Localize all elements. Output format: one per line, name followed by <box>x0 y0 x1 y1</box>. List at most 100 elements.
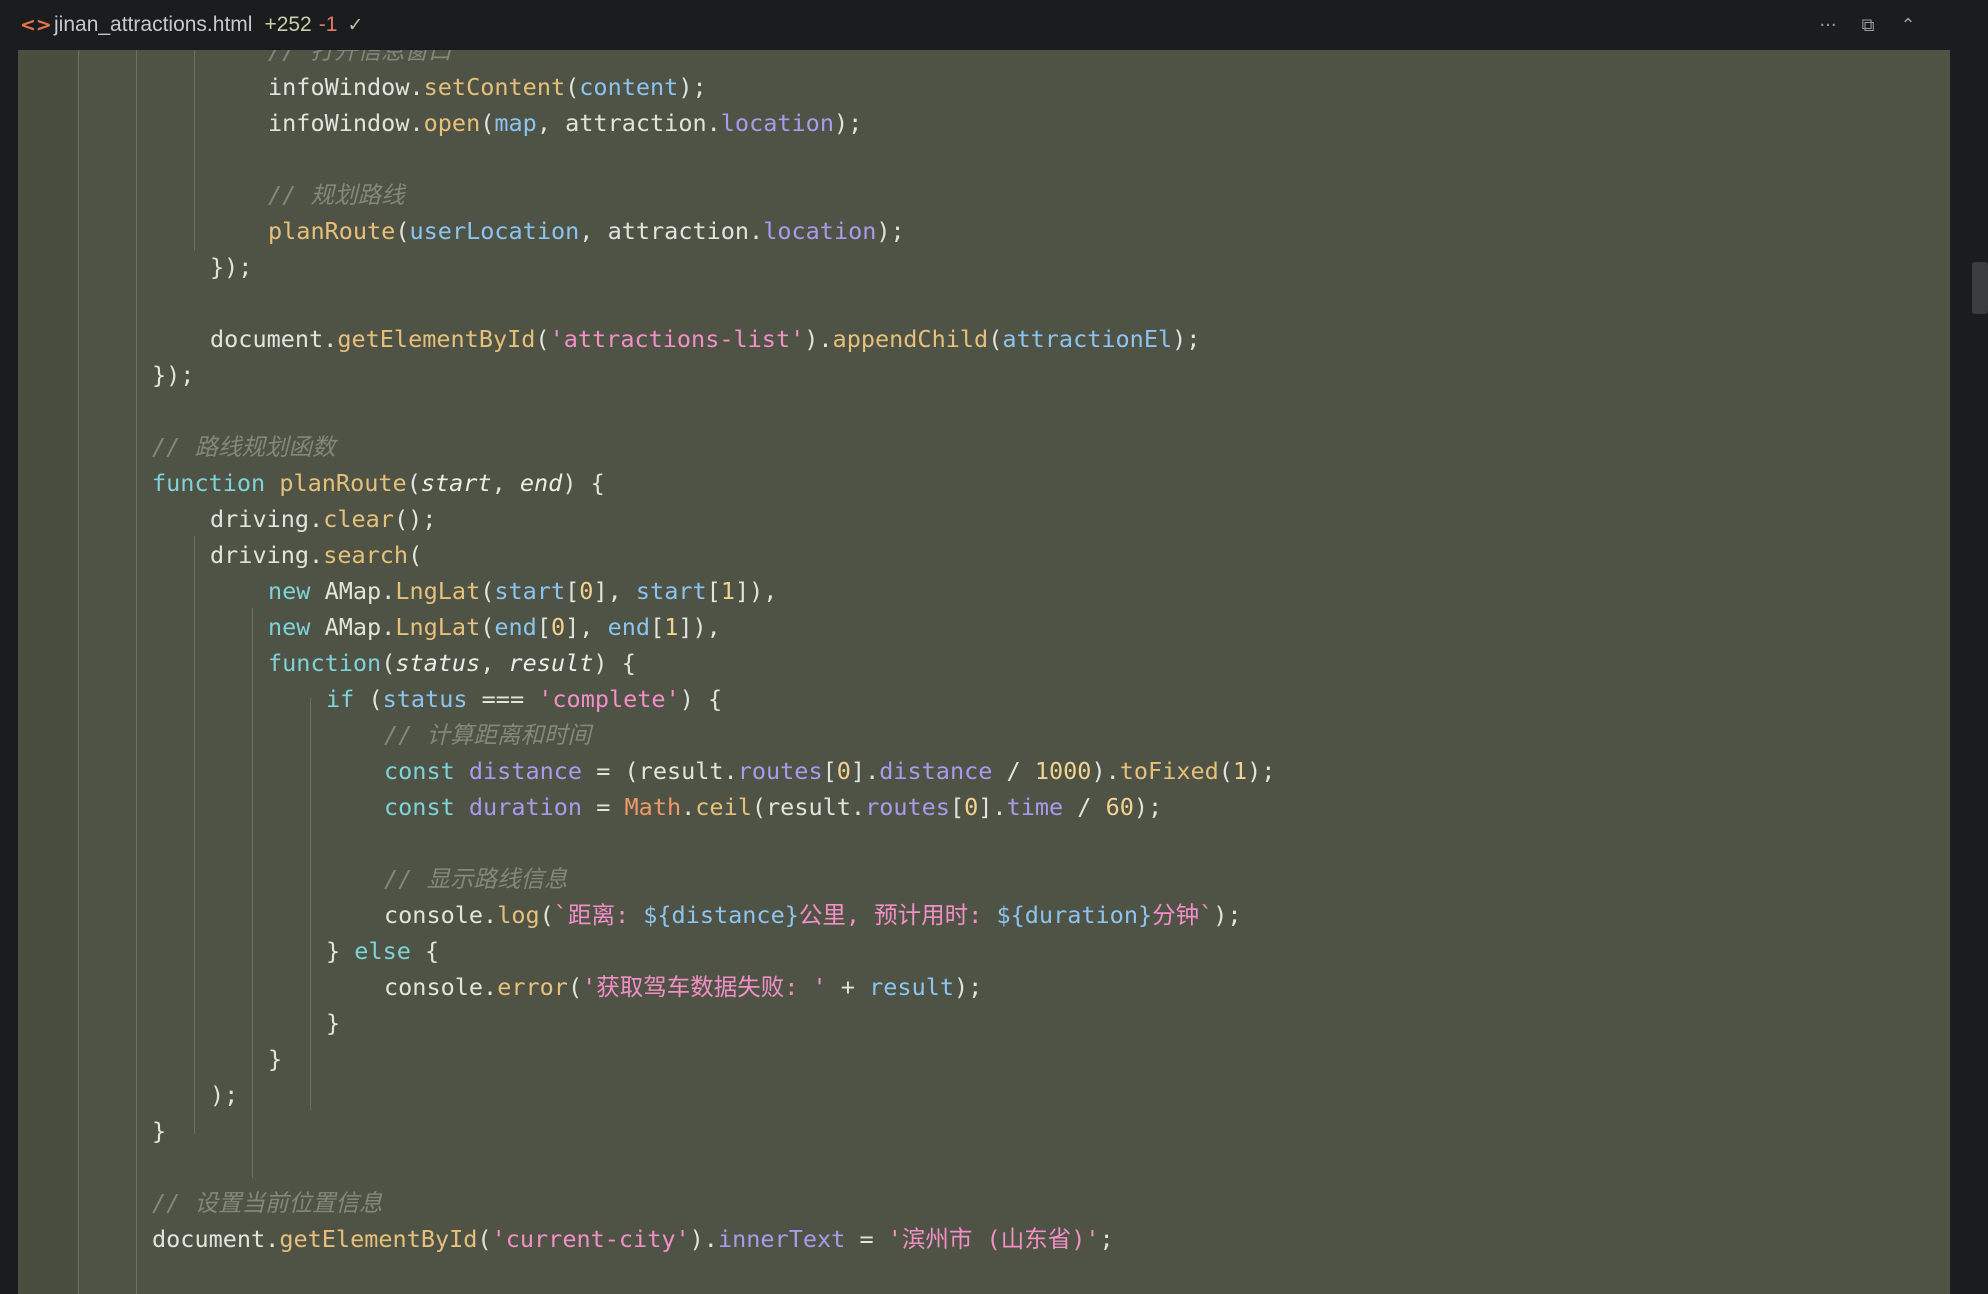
code-token: 'current-city' <box>491 1225 690 1253</box>
file-tab-header: <> jinan_attractions.html +252 -1 ✓ ··· … <box>0 0 1988 50</box>
code-token: ( <box>395 217 410 245</box>
code-token: function <box>268 649 382 677</box>
code-token: appendChild <box>832 325 989 353</box>
code-line[interactable]: function(status, result) { <box>268 645 636 681</box>
code-token: ); <box>876 217 905 245</box>
code-line[interactable]: } <box>268 1041 282 1077</box>
code-token: ( <box>368 685 383 713</box>
code-token: getElementById <box>337 325 536 353</box>
code-token: console. <box>384 901 498 929</box>
code-line[interactable]: document.getElementById('current-city').… <box>152 1221 1114 1257</box>
code-line[interactable]: ); <box>210 1077 238 1113</box>
code-token: ( <box>565 73 580 101</box>
code-editor[interactable]: // 打开信息窗口 infoWindow.setContent(content);… <box>18 50 1950 1294</box>
code-token: ceil <box>695 793 752 821</box>
code-token: (result. <box>751 793 866 821</box>
code-token: 公里, 预计用时: <box>798 901 997 929</box>
code-token: ( <box>539 901 554 929</box>
code-token: search <box>323 541 409 569</box>
code-token: document. <box>210 325 338 353</box>
code-line[interactable]: } <box>326 1005 340 1041</box>
code-token: new <box>268 577 325 605</box>
code-line[interactable]: driving.clear(); <box>210 501 436 537</box>
code-token: planRoute <box>268 217 396 245</box>
code-token: + <box>826 973 870 1001</box>
code-token: ( <box>480 577 495 605</box>
code-line[interactable]: new AMap.LngLat(end[0], end[1]), <box>268 609 721 645</box>
code-token: ( <box>480 109 495 137</box>
code-token: ( <box>1218 757 1233 785</box>
code-token: }); <box>152 361 195 389</box>
code-line[interactable]: // 路线规划函数 <box>152 429 335 465</box>
code-line[interactable]: infoWindow.setContent(content); <box>268 69 707 105</box>
code-token: content <box>579 73 679 101</box>
code-line[interactable]: }); <box>152 357 194 393</box>
code-line[interactable]: // 计算距离和时间 <box>384 717 591 753</box>
code-token: 1 <box>720 577 735 605</box>
code-line[interactable]: }); <box>210 249 252 285</box>
code-token: ( <box>567 973 583 1001</box>
file-name[interactable]: jinan_attractions.html <box>54 13 252 37</box>
code-token: location <box>763 217 877 245</box>
file-tab[interactable]: <> jinan_attractions.html +252 -1 ✓ <box>20 13 363 37</box>
indent-guide <box>252 608 253 1178</box>
code-line[interactable]: const duration = Math.ceil(result.routes… <box>384 789 1162 825</box>
vertical-scrollbar[interactable] <box>1950 50 1988 1294</box>
code-token: 60 <box>1105 793 1134 821</box>
code-token: // 计算距离和时间 <box>384 721 591 749</box>
code-token: 1000 <box>1034 757 1092 785</box>
indent-guide <box>310 698 311 1110</box>
indent-guide <box>78 50 79 1294</box>
code-line[interactable]: driving.search( <box>210 537 422 573</box>
more-options-icon[interactable]: ··· <box>1808 15 1848 36</box>
code-token: routes <box>737 757 823 785</box>
scrollbar-thumb[interactable] <box>1972 262 1988 314</box>
code-token: 0 <box>836 757 851 785</box>
code-token: distance <box>879 757 993 785</box>
code-token: ( <box>381 649 396 677</box>
code-token: // 路线规划函数 <box>152 433 336 461</box>
expand-collapse-icon[interactable]: ⌃ <box>1888 15 1928 36</box>
code-token: ); <box>1247 757 1276 785</box>
code-line[interactable]: new AMap.LngLat(start[0], start[1]), <box>268 573 777 609</box>
code-line[interactable]: const distance = (result.routes[0].dista… <box>384 753 1275 789</box>
code-line[interactable]: } <box>152 1113 166 1149</box>
code-token: ( <box>408 541 423 569</box>
code-token: open <box>423 109 481 137</box>
code-token: error <box>497 973 568 1001</box>
code-line[interactable]: console.log(`距离: ${distance}公里, 预计用时: ${… <box>384 897 1242 933</box>
code-line[interactable]: if (status === 'complete') { <box>326 681 722 717</box>
check-icon: ✓ <box>347 14 364 36</box>
code-token: ). <box>1091 757 1120 785</box>
code-line[interactable]: // 显示路线信息 <box>384 861 567 897</box>
code-token: === <box>467 685 539 713</box>
copy-icon[interactable]: ⧉ <box>1848 15 1888 36</box>
code-token: , attraction. <box>536 109 721 137</box>
code-line[interactable]: document.getElementById('attractions-lis… <box>210 321 1200 357</box>
code-token: const <box>384 757 469 785</box>
code-token: ${distance} <box>643 901 799 929</box>
code-line[interactable]: } else { <box>326 933 439 969</box>
code-token: status <box>395 649 481 677</box>
code-line[interactable]: console.error('获取驾车数据失败: ' + result); <box>384 969 982 1005</box>
code-token: ); <box>1213 901 1242 929</box>
code-token: result <box>869 973 955 1001</box>
code-line[interactable]: // 设置当前位置信息 <box>152 1185 382 1221</box>
code-token: result <box>508 649 594 677</box>
code-token: start <box>420 469 492 497</box>
code-line[interactable]: // 打开信息窗口 <box>268 50 451 69</box>
code-token: ); <box>1172 325 1201 353</box>
code-token: infoWindow. <box>268 73 424 101</box>
code-line[interactable]: infoWindow.open(map, attraction.location… <box>268 105 862 141</box>
code-token: else <box>354 937 411 965</box>
code-line[interactable]: // 规划路线 <box>268 177 404 213</box>
code-token: userLocation <box>409 217 580 245</box>
code-token: 1 <box>1232 757 1248 785</box>
code-token: = <box>582 793 625 821</box>
code-token: } <box>326 937 355 965</box>
code-line[interactable]: function planRoute(start, end) { <box>152 465 605 501</box>
code-token: const <box>384 793 469 821</box>
code-token: '获取驾车数据失败: ' <box>582 973 827 1001</box>
code-line[interactable]: planRoute(userLocation, attraction.locat… <box>268 213 905 249</box>
code-token: 0 <box>551 613 566 641</box>
